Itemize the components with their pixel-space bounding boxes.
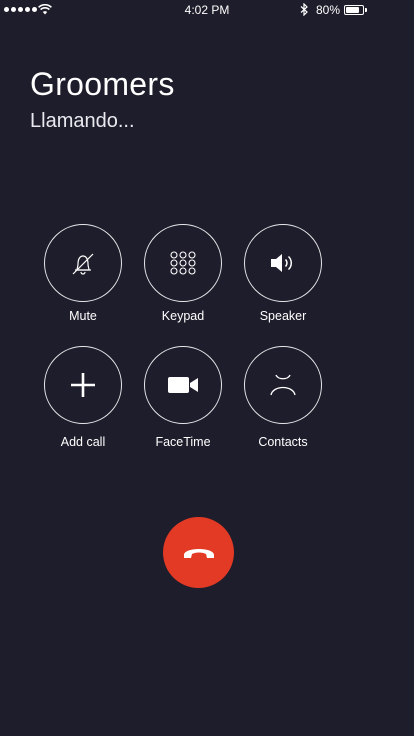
status-bar: 4:02 PM 80% <box>0 0 414 20</box>
contact-name: Groomers <box>30 66 175 102</box>
add-call-button[interactable] <box>44 346 122 424</box>
end-call-button[interactable] <box>163 517 234 588</box>
speaker-label: Speaker <box>259 309 307 323</box>
facetime-label: FaceTime <box>155 435 211 449</box>
contacts-label: Contacts <box>258 435 308 449</box>
battery-percent: 80% <box>316 3 341 17</box>
battery-icon <box>344 5 364 15</box>
speaker-icon <box>271 254 293 272</box>
call-status: Llamando... <box>30 110 135 132</box>
keypad-button[interactable] <box>144 224 222 302</box>
contacts-button[interactable] <box>244 346 322 424</box>
video-camera-icon <box>168 377 198 393</box>
add-call-label: Add call <box>60 435 106 449</box>
mute-bell-icon <box>72 253 94 275</box>
plus-icon <box>71 373 95 397</box>
battery-tip <box>365 8 367 12</box>
contacts-icon <box>270 374 296 396</box>
phone-hangup-icon <box>183 548 214 558</box>
bluetooth-icon <box>300 3 308 16</box>
keypad-label: Keypad <box>161 309 205 323</box>
speaker-button[interactable] <box>244 224 322 302</box>
keypad-icon <box>170 251 196 275</box>
facetime-button[interactable] <box>144 346 222 424</box>
mute-button[interactable] <box>44 224 122 302</box>
mute-label: Mute <box>69 309 97 323</box>
